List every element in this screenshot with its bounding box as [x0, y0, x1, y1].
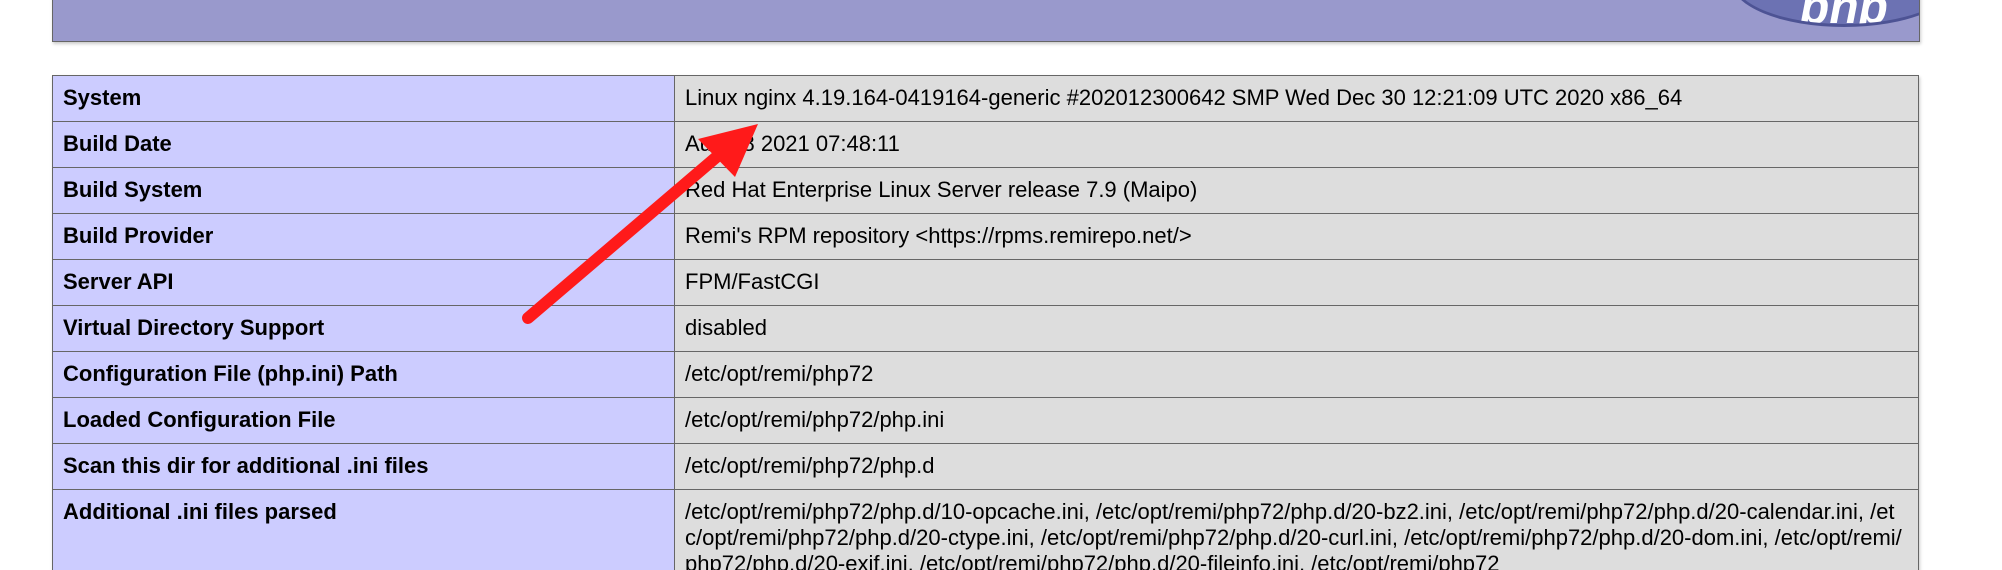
table-row: Additional .ini files parsed /etc/opt/re…: [52, 489, 1919, 570]
row-value: disabled: [674, 305, 1919, 352]
table-row: Loaded Configuration File /etc/opt/remi/…: [52, 397, 1919, 444]
row-value: /etc/opt/remi/php72: [674, 351, 1919, 398]
row-label: Loaded Configuration File: [52, 397, 675, 444]
row-value: Red Hat Enterprise Linux Server release …: [674, 167, 1919, 214]
row-value: Remi's RPM repository <https://rpms.remi…: [674, 213, 1919, 260]
row-value: /etc/opt/remi/php72/php.d: [674, 443, 1919, 490]
table-row: Build Date Aug 18 2021 07:48:11: [52, 121, 1919, 168]
row-label: Additional .ini files parsed: [52, 489, 675, 570]
table-row: Configuration File (php.ini) Path /etc/o…: [52, 351, 1919, 398]
php-logo-text: php: [1800, 0, 1888, 27]
phpinfo-page: php System Linux nginx 4.19.164-0419164-…: [0, 0, 2002, 570]
table-row: Build System Red Hat Enterprise Linux Se…: [52, 167, 1919, 214]
row-value: Linux nginx 4.19.164-0419164-generic #20…: [674, 75, 1919, 122]
row-value: /etc/opt/remi/php72/php.ini: [674, 397, 1919, 444]
table-row: Build Provider Remi's RPM repository <ht…: [52, 213, 1919, 260]
row-label: Build Provider: [52, 213, 675, 260]
php-logo[interactable]: php: [1731, 0, 1919, 27]
row-label: Build System: [52, 167, 675, 214]
row-label: Virtual Directory Support: [52, 305, 675, 352]
table-row: Virtual Directory Support disabled: [52, 305, 1919, 352]
row-value: FPM/FastCGI: [674, 259, 1919, 306]
row-label: Configuration File (php.ini) Path: [52, 351, 675, 398]
row-value: /etc/opt/remi/php72/php.d/10-opcache.ini…: [674, 489, 1919, 570]
phpinfo-header: php: [52, 0, 1920, 42]
table-row: Scan this dir for additional .ini files …: [52, 443, 1919, 490]
row-value: Aug 18 2021 07:48:11: [674, 121, 1919, 168]
row-label: System: [52, 75, 675, 122]
row-label: Scan this dir for additional .ini files: [52, 443, 675, 490]
phpinfo-table: System Linux nginx 4.19.164-0419164-gene…: [52, 75, 1919, 570]
row-label: Build Date: [52, 121, 675, 168]
table-row: Server API FPM/FastCGI: [52, 259, 1919, 306]
row-label: Server API: [52, 259, 675, 306]
table-row: System Linux nginx 4.19.164-0419164-gene…: [52, 75, 1919, 122]
